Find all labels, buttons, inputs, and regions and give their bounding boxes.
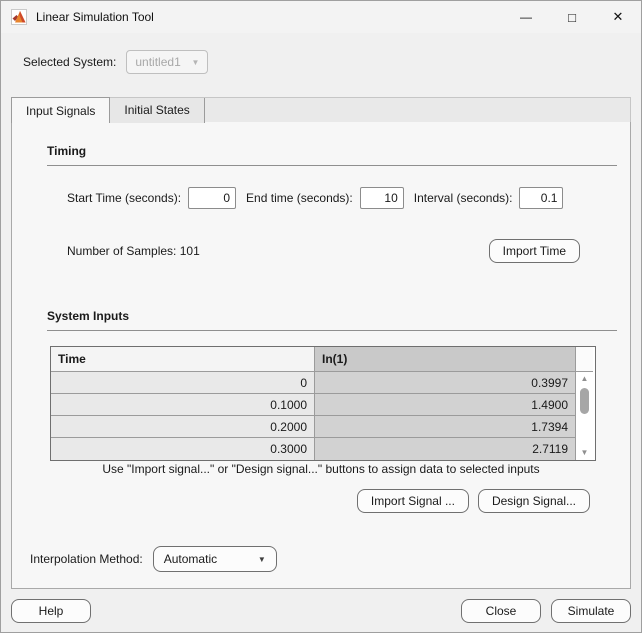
table-cell-in1-r3[interactable]: 1.7394 xyxy=(315,416,576,438)
import-signal-button[interactable]: Import Signal ... xyxy=(357,489,469,513)
table-cell-time-r4[interactable]: 0.3000 xyxy=(51,438,315,460)
end-time-input[interactable] xyxy=(360,187,404,209)
samples-value: 101 xyxy=(180,244,200,258)
window-controls: — □ ✕ xyxy=(503,1,641,33)
close-icon: ✕ xyxy=(613,9,624,25)
help-button[interactable]: Help xyxy=(11,599,91,623)
system-inputs-section-heading: System Inputs xyxy=(47,309,617,331)
matlab-app-icon xyxy=(11,9,27,25)
assign-data-hint: Use "Import signal..." or "Design signal… xyxy=(12,462,630,476)
tab-initial-states[interactable]: Initial States xyxy=(110,98,205,123)
start-time-label: Start Time (seconds): xyxy=(67,191,181,205)
table-cell-time-r1[interactable]: 0 xyxy=(51,372,315,394)
start-time-input[interactable] xyxy=(188,187,236,209)
titlebar: Linear Simulation Tool — □ ✕ xyxy=(1,1,641,33)
samples-label: Number of Samples: xyxy=(67,244,176,258)
end-time-label: End time (seconds): xyxy=(246,191,353,205)
simulate-button[interactable]: Simulate xyxy=(551,599,631,623)
input-signals-panel: Timing Start Time (seconds): End time (s… xyxy=(11,121,631,589)
maximize-button[interactable]: □ xyxy=(549,1,595,33)
interpolation-row: Interpolation Method: Automatic ▼ xyxy=(30,546,277,572)
close-window-button[interactable]: ✕ xyxy=(595,1,641,33)
minimize-button[interactable]: — xyxy=(503,1,549,33)
tab-input-signals[interactable]: Input Signals xyxy=(11,97,110,123)
interpolation-method-dropdown[interactable]: Automatic ▼ xyxy=(153,546,277,572)
linear-simulation-tool-window: Linear Simulation Tool — □ ✕ Selected Sy… xyxy=(0,0,642,633)
scrollbar-thumb[interactable] xyxy=(580,388,589,414)
number-of-samples-text: Number of Samples: 101 xyxy=(67,244,200,258)
chevron-down-icon: ▼ xyxy=(191,58,199,67)
column-header-time: Time xyxy=(51,347,315,372)
scroll-down-icon[interactable]: ▼ xyxy=(581,448,589,458)
tab-bar: Input Signals Initial States xyxy=(11,97,631,122)
column-header-in1: In(1) xyxy=(315,347,576,372)
interval-label: Interval (seconds): xyxy=(414,191,513,205)
close-button[interactable]: Close xyxy=(461,599,541,623)
table-cell-time-r3[interactable]: 0.2000 xyxy=(51,416,315,438)
selected-system-row: Selected System: untitled1 ▼ xyxy=(23,49,208,75)
chevron-down-icon: ▼ xyxy=(258,555,266,564)
table-cell-in1-r4[interactable]: 2.7119 xyxy=(315,438,576,460)
tab-input-signals-label: Input Signals xyxy=(26,104,95,118)
selected-system-label: Selected System: xyxy=(23,55,116,69)
samples-row: Number of Samples: 101 Import Time xyxy=(67,239,580,263)
table-vertical-scrollbar[interactable]: ▲ ▼ xyxy=(576,372,593,460)
timing-fields-row: Start Time (seconds): End time (seconds)… xyxy=(67,187,563,209)
signal-buttons-row: Import Signal ... Design Signal... xyxy=(357,489,590,513)
import-time-button[interactable]: Import Time xyxy=(489,239,580,263)
maximize-icon: □ xyxy=(568,10,576,25)
design-signal-button[interactable]: Design Signal... xyxy=(478,489,590,513)
interval-input[interactable] xyxy=(519,187,563,209)
selected-system-value: untitled1 xyxy=(135,55,180,69)
interpolation-method-value: Automatic xyxy=(164,552,217,566)
footer-left: Help xyxy=(11,599,91,623)
footer-right: Close Simulate xyxy=(461,599,631,623)
selected-system-dropdown: untitled1 ▼ xyxy=(126,50,208,74)
table-cell-in1-r2[interactable]: 1.4900 xyxy=(315,394,576,416)
table-cell-time-r2[interactable]: 0.1000 xyxy=(51,394,315,416)
interpolation-method-label: Interpolation Method: xyxy=(30,552,143,566)
minimize-icon: — xyxy=(520,10,532,24)
table-cell-in1-r1[interactable]: 0.3997 xyxy=(315,372,576,394)
column-header-scrollbar-spacer xyxy=(576,347,593,372)
timing-section-heading: Timing xyxy=(47,144,617,166)
tab-initial-states-label: Initial States xyxy=(124,103,189,117)
system-inputs-table: Time In(1) 0 0.3997 ▲ ▼ 0.1000 1.4900 0.… xyxy=(50,346,596,461)
scroll-up-icon[interactable]: ▲ xyxy=(581,374,589,384)
window-title: Linear Simulation Tool xyxy=(36,10,154,24)
